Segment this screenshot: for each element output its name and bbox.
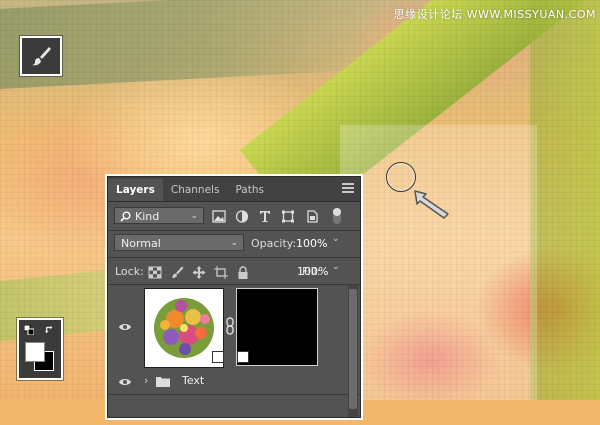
lock-all-icon[interactable] <box>236 266 250 279</box>
kind-label: Kind <box>135 210 160 223</box>
lock-pixels-icon[interactable] <box>170 266 184 279</box>
default-colors-icon[interactable] <box>24 325 34 335</box>
blend-row: Normal ⌄ Opacity: 100% ⌄ <box>108 232 360 256</box>
divider <box>108 230 360 231</box>
tab-channels[interactable]: Channels <box>163 179 228 201</box>
tab-paths[interactable]: Paths <box>227 179 272 201</box>
foreground-color-swatch[interactable] <box>25 342 45 362</box>
lock-row: Lock: Fill: 100% ⌄ <box>108 261 360 283</box>
chain-link-icon[interactable] <box>225 317 235 335</box>
arrow-cursor-icon <box>414 190 449 219</box>
eye-icon[interactable] <box>118 377 132 387</box>
fill-chevron-icon[interactable]: ⌄ <box>332 262 340 272</box>
chevron-down-icon: ⌄ <box>190 211 198 221</box>
type-filter-icon[interactable] <box>258 210 272 223</box>
lock-transparent-icon[interactable] <box>148 266 162 279</box>
filter-row: Kind ⌄ <box>108 203 360 229</box>
filter-toggle-switch[interactable] <box>333 208 341 224</box>
opacity-label: Opacity: <box>251 237 297 250</box>
image-filter-icon[interactable] <box>212 210 226 223</box>
adjustment-filter-icon[interactable] <box>235 210 249 223</box>
color-swatches[interactable] <box>17 318 63 380</box>
panel-menu-icon[interactable] <box>342 183 354 195</box>
brush-icon <box>32 47 51 66</box>
divider <box>108 257 360 258</box>
smart-object-badge-icon <box>212 351 224 363</box>
watermark-text: 思缘设计论坛 WWW.MISSYUAN.COM <box>393 8 596 21</box>
blend-mode-value: Normal <box>121 237 161 250</box>
search-icon <box>120 211 131 222</box>
tab-layers[interactable]: Layers <box>108 179 163 201</box>
lock-artboard-icon[interactable] <box>214 266 228 279</box>
brush-tool-button[interactable] <box>20 36 62 76</box>
chevron-down-icon: ⌄ <box>230 238 238 248</box>
panel-tabs: Layers Channels Paths <box>108 177 360 202</box>
lock-position-icon[interactable] <box>192 266 206 279</box>
fill-value[interactable]: 100% <box>297 265 328 278</box>
layer-row-smart-object[interactable] <box>108 285 360 369</box>
opacity-value[interactable]: 100% <box>296 237 327 250</box>
layer-name: Text <box>182 374 205 387</box>
chevron-right-icon[interactable]: › <box>144 374 148 387</box>
blend-mode-select[interactable]: Normal ⌄ <box>114 234 244 251</box>
folder-icon <box>156 377 170 387</box>
shape-filter-icon[interactable] <box>281 210 295 223</box>
opacity-chevron-icon[interactable]: ⌄ <box>332 234 340 244</box>
layer-row-group-text[interactable]: › Text <box>108 371 360 393</box>
eye-icon[interactable] <box>118 322 132 332</box>
layers-panel: Layers Channels Paths Kind ⌄ Normal ⌄ Op… <box>107 176 361 418</box>
mask-badge-icon <box>237 351 249 363</box>
kind-filter-select[interactable]: Kind ⌄ <box>114 207 204 224</box>
swap-colors-icon[interactable] <box>45 325 55 335</box>
lock-label: Lock: <box>115 265 144 278</box>
scrollbar-thumb[interactable] <box>349 289 357 409</box>
smart-object-filter-icon[interactable] <box>305 210 319 223</box>
